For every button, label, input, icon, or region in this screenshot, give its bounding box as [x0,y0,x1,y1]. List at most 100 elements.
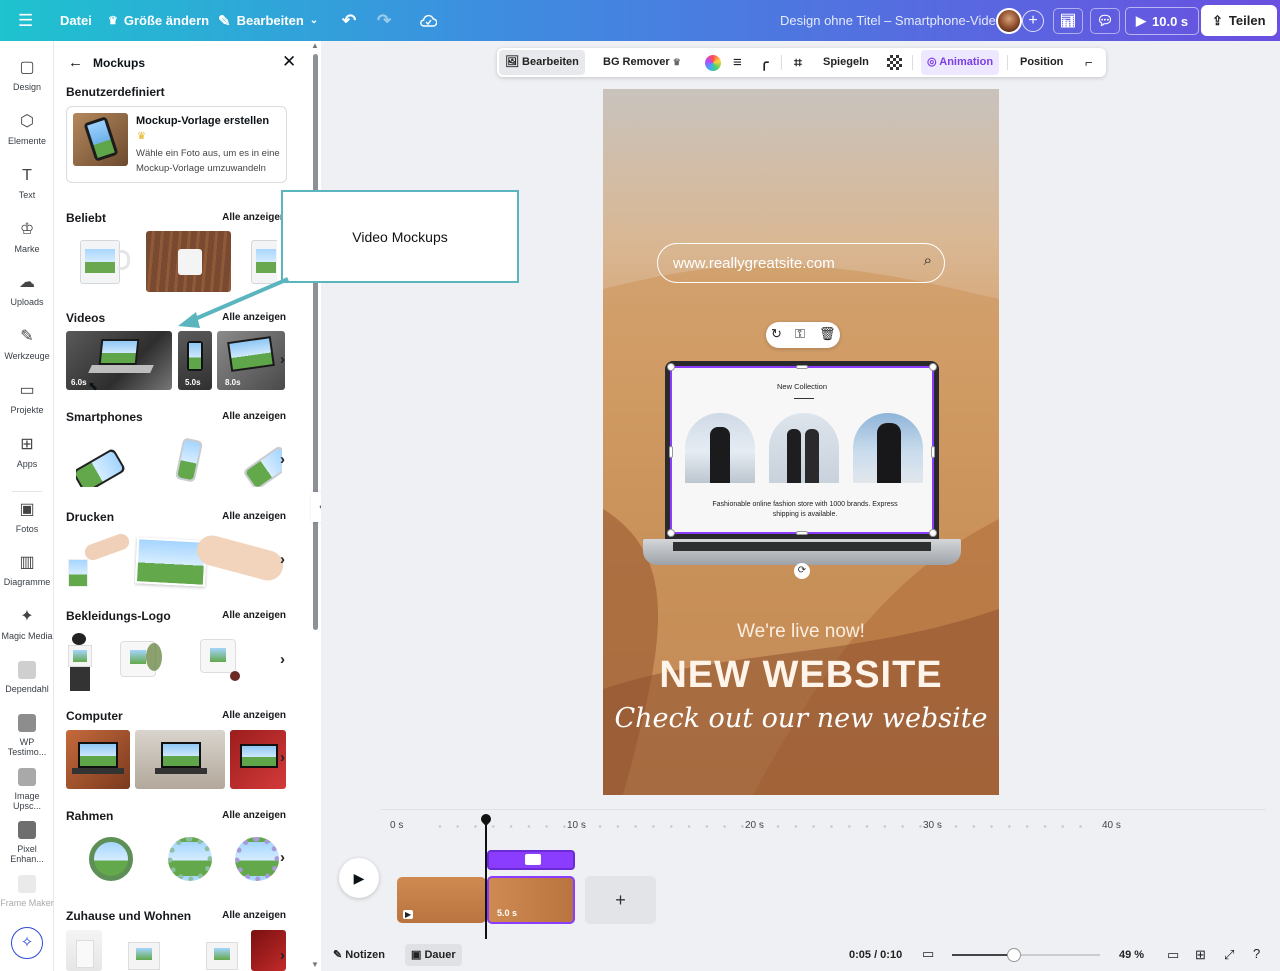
video-mockup-thumbnail[interactable]: 8.0s [217,331,285,390]
color-picker-icon[interactable] [705,55,721,71]
resize-handle[interactable] [669,446,673,458]
resize-handle[interactable] [931,446,935,458]
mug-thumbnail[interactable] [76,234,131,289]
notes-button[interactable]: ✎ Notizen [333,948,385,961]
help-icon[interactable]: ? [1253,946,1260,961]
chevron-right-icon[interactable]: › [280,551,285,568]
rail-magic-media[interactable]: ✦ Magic Media [0,608,54,641]
smartphone-mockup-thumbnail[interactable] [76,437,140,487]
position-button[interactable]: Position [1020,48,1063,77]
rotate-handle-icon[interactable]: ⟳ [794,563,810,579]
transparency-icon[interactable] [887,55,902,70]
rotate-comment-icon[interactable]: ↻ [771,326,782,342]
lock-icon[interactable]: ⚿ [795,326,805,342]
chevron-right-icon[interactable]: › [280,451,285,468]
bg-remover-button[interactable]: BG Remover ♛ [603,48,681,77]
duration-button[interactable]: ▣ Dauer [405,944,462,966]
see-all-smartphones[interactable]: Alle anzeigen [222,411,286,422]
see-all-popular[interactable]: Alle anzeigen [222,212,286,223]
timeline-play-button[interactable]: ▶ [339,858,379,898]
home-mockup-thumbnail[interactable] [116,930,172,971]
see-all-frames[interactable]: Alle anzeigen [222,810,286,821]
magic-assistant-icon[interactable]: ✧ [11,927,43,959]
laptop-screen-content[interactable]: New Collection Fashionable online fashio… [667,363,937,537]
rail-design[interactable]: ▢ Design [0,59,54,92]
frame-mockup-thumbnail[interactable] [89,837,133,881]
see-all-apparel-logo[interactable]: Alle anzeigen [222,610,286,621]
design-page[interactable]: www.reallygreatsite.com ⌕ ↻ ⚿ 🗑︎ New Col… [603,89,999,795]
hamburger-icon[interactable]: ☰ [18,0,33,41]
rail-brand[interactable]: ♔ Marke [0,221,54,254]
live-text[interactable]: We're live now! [603,621,999,643]
apparel-mockup-thumbnail[interactable] [66,631,94,691]
rail-app-dependahl[interactable]: Dependahl [0,661,54,694]
share-button[interactable]: ⇪ Teilen [1201,5,1277,36]
avatar[interactable] [996,0,1022,41]
timeline-clip-2[interactable]: 5.0 s [487,876,575,924]
rail-projects[interactable]: ▭ Projekte [0,382,54,415]
chevron-right-icon[interactable]: › [280,947,285,964]
chevron-right-icon[interactable]: › [280,849,285,866]
document-title[interactable]: Design ohne Titel – Smartphone-Video [780,0,1003,41]
rail-photos[interactable]: ▣ Fotos [0,501,54,534]
rail-app-wp-testimonials[interactable]: WP Testimo... [0,714,54,757]
panel-scrollbar[interactable] [313,54,318,630]
timeline-clip-1[interactable]: ▶ [397,877,486,923]
cloud-sync-icon[interactable] [420,0,437,41]
rail-charts[interactable]: ▥ Diagramme [0,554,54,587]
playhead-handle[interactable] [478,811,494,827]
pages-view-icon[interactable]: ▭ [1167,947,1179,963]
apparel-mockup-thumbnail[interactable] [112,633,168,689]
chevron-right-icon[interactable]: › [280,749,285,766]
resize-handle[interactable] [929,363,937,371]
see-all-computer[interactable]: Alle anzeigen [222,710,286,721]
add-clip-button[interactable]: + [585,876,656,924]
scroll-down-icon[interactable]: ▼ [311,960,319,969]
chevron-right-icon[interactable]: › [280,651,285,668]
crop-icon[interactable]: ⌗ [794,48,802,77]
timeline-overlay-clip[interactable] [487,850,575,870]
script-text[interactable]: Check out our new website [603,703,999,734]
home-mockup-thumbnail[interactable] [66,930,102,971]
resize-handle[interactable] [667,363,675,371]
play-duration-button[interactable]: ▶ 10.0 s [1125,7,1200,35]
print-mockup-thumbnail[interactable] [66,531,130,591]
rail-app-image-upscaler[interactable]: Image Upsc... [0,768,54,811]
add-collaborator-button[interactable]: + [1022,0,1044,41]
rail-uploads[interactable]: ☁ Uploads [0,274,54,307]
frame-mockup-thumbnail[interactable] [168,837,212,881]
undo-icon[interactable]: ↶ [342,0,356,41]
redo-icon[interactable]: ↷ [377,0,391,41]
rail-elements[interactable]: ⬡ Elemente [0,113,54,146]
mirror-button[interactable]: Spiegeln [823,48,869,77]
resize-handle[interactable] [929,529,937,537]
close-icon[interactable]: ✕ [282,52,296,72]
computer-mockup-thumbnail[interactable] [66,730,130,789]
display-mode-icon[interactable]: ▭ [922,946,934,962]
playhead[interactable] [485,819,487,939]
fullscreen-icon[interactable]: ⤢ [1224,947,1234,963]
see-all-home-living[interactable]: Alle anzeigen [222,910,286,921]
edit-menu[interactable]: ✎ Bearbeiten ⌄ [218,0,318,41]
resize-handle[interactable] [796,365,808,369]
rail-app-frame-maker[interactable]: Frame Maker [0,875,54,908]
rail-tools[interactable]: ✎ Werkzeuge [0,328,54,361]
scroll-up-icon[interactable]: ▲ [311,41,319,50]
apparel-mockup-thumbnail[interactable] [194,633,246,689]
rail-app-pixel-enhancer[interactable]: Pixel Enhan... [0,821,54,864]
file-menu[interactable]: Datei [60,0,92,41]
print-mockup-thumbnail[interactable] [134,533,284,591]
grid-view-icon[interactable]: ⊞ [1195,947,1206,963]
insights-icon[interactable]: 📊︎ [1053,0,1083,41]
smartphone-mockup-thumbnail[interactable] [244,437,282,487]
corner-rounding-icon[interactable]: ╭ [760,48,768,77]
border-style-icon[interactable]: ≡ [733,48,742,77]
edit-image-button[interactable]: 🖼︎ Bearbeiten [499,50,585,75]
zoom-value[interactable]: 49 % [1119,949,1144,961]
frame-mockup-thumbnail[interactable] [235,837,279,881]
headline-text[interactable]: NEW WEBSITE [603,654,999,697]
paint-roller-icon[interactable]: ⌐ [1085,48,1093,77]
create-mockup-card[interactable]: Mockup-Vorlage erstellen ♛ Wähle ein Fot… [66,106,287,183]
rail-text[interactable]: T Text [0,167,54,200]
resize-button[interactable]: ♛ Größe ändern [108,0,209,41]
